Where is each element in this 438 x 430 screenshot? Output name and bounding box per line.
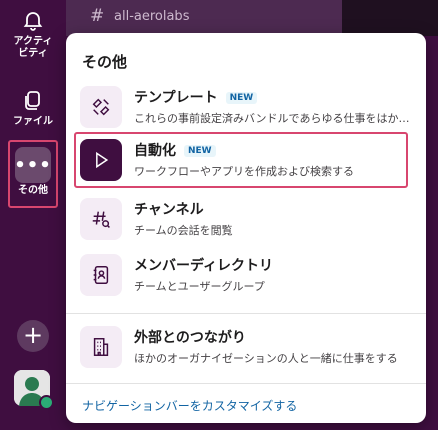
rail-activity-label-2: ビティ xyxy=(18,48,48,59)
menu-item-desc: ワークフローやアプリを作成および検索する xyxy=(134,165,354,178)
new-badge: NEW xyxy=(225,92,258,104)
menu-item-desc: チームの会話を閲覧 xyxy=(134,224,233,237)
rail-files[interactable]: ファイル xyxy=(0,88,66,128)
rail-activity[interactable]: アクティ ビティ xyxy=(0,8,66,60)
rail-files-label: ファイル xyxy=(13,116,53,127)
menu-item-desc: チームとユーザーグループ xyxy=(134,280,265,293)
background-pane xyxy=(342,0,438,36)
rail-more[interactable]: ••• その他 xyxy=(8,140,58,208)
workspace-rail: アクティ ビティ ファイル ••• その他 + xyxy=(0,0,66,430)
rail-more-label: その他 xyxy=(18,185,48,196)
menu-item-templates[interactable]: テンプレートNEW これらの事前設定済みバンドルであらゆる仕事をはかどらせよう xyxy=(80,83,412,133)
hash-icon: # xyxy=(90,6,105,26)
menu-item-title: 外部とのつながり xyxy=(134,330,246,346)
menu-item-member-directory[interactable]: メンバーディレクトリ チームとユーザーグループ xyxy=(80,251,412,301)
play-icon xyxy=(80,139,122,181)
menu-item-channels[interactable]: チャンネル チームの会話を閲覧 xyxy=(80,195,412,245)
customize-nav-link[interactable]: ナビゲーションバーをカスタマイズする xyxy=(82,397,297,414)
template-icon xyxy=(80,86,122,128)
channel-name: all-aerolabs xyxy=(114,9,190,24)
files-icon xyxy=(25,91,40,110)
divider xyxy=(66,383,426,384)
channel-icon xyxy=(80,198,122,240)
menu-item-automation[interactable]: 自動化 NEW ワークフローやアプリを作成および検索する xyxy=(80,136,412,186)
avatar[interactable] xyxy=(14,370,54,410)
directory-icon xyxy=(80,254,122,296)
bell-icon xyxy=(23,12,43,31)
menu-item-desc: これらの事前設定済みバンドルであらゆる仕事をはかどらせよう xyxy=(134,112,410,125)
menu-item-title: テンプレート NEW xyxy=(134,87,258,107)
menu-title: その他 xyxy=(82,53,128,71)
menu-item-desc: ほかのオーガナイゼーションの人と一緒に仕事をする xyxy=(134,352,398,365)
new-badge: NEW xyxy=(184,145,216,157)
menu-item-title: メンバーディレクトリ xyxy=(134,258,274,274)
more-menu: その他 テンプレートNEW これらの事前設定済みバンドルであらゆる仕事をはかどら… xyxy=(66,33,426,423)
menu-item-external-connections[interactable]: 外部とのつながり ほかのオーガナイゼーションの人と一緒に仕事をする xyxy=(80,323,412,373)
rail-activity-label-1: アクティ xyxy=(13,36,53,47)
divider xyxy=(66,313,426,314)
building-icon xyxy=(80,326,122,368)
more-icon: ••• xyxy=(14,147,51,183)
menu-item-title: チャンネル xyxy=(134,202,204,218)
menu-item-title: 自動化 NEW xyxy=(134,140,216,160)
add-workspace-button[interactable]: + xyxy=(17,320,49,352)
presence-dot xyxy=(39,395,54,410)
